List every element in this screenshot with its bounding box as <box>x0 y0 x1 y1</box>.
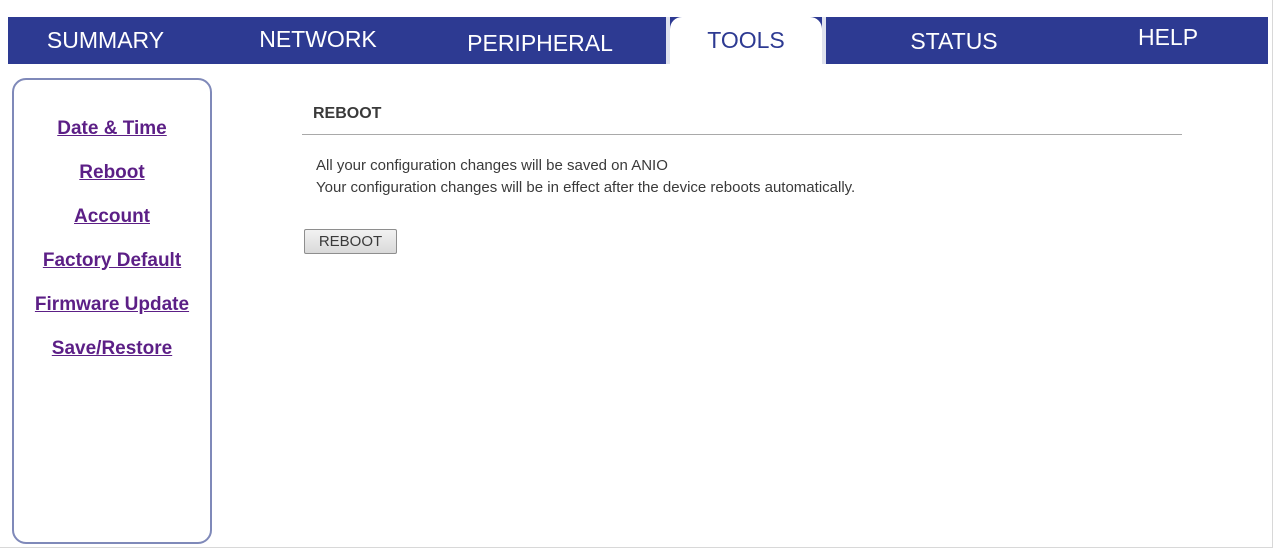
tab-peripheral[interactable]: PERIPHERAL <box>440 20 640 67</box>
sidebar-item-account[interactable]: Account <box>14 206 210 228</box>
sidebar-item-factory-default[interactable]: Factory Default <box>14 250 210 272</box>
sidebar-item-firmware-update[interactable]: Firmware Update <box>14 294 210 316</box>
sidebar-item-reboot[interactable]: Reboot <box>14 162 210 184</box>
tab-summary[interactable]: SUMMARY <box>8 17 203 64</box>
sidebar: Date & Time Reboot Account Factory Defau… <box>12 78 212 544</box>
sidebar-item-date-time[interactable]: Date & Time <box>14 118 210 140</box>
info-message-line-1: All your configuration changes will be s… <box>316 157 668 174</box>
info-message-line-2: Your configuration changes will be in ef… <box>316 179 856 196</box>
top-navigation: SUMMARY NETWORK PERIPHERAL TOOLS STATUS … <box>8 17 1268 64</box>
title-divider <box>302 134 1182 135</box>
reboot-button[interactable]: REBOOT <box>304 229 397 254</box>
tab-help[interactable]: HELP <box>1068 14 1268 61</box>
page-title: REBOOT <box>313 105 382 122</box>
sidebar-item-save-restore[interactable]: Save/Restore <box>14 338 210 360</box>
tab-network[interactable]: NETWORK <box>218 16 418 63</box>
tab-status[interactable]: STATUS <box>854 18 1054 65</box>
tab-tools[interactable]: TOOLS <box>666 17 826 64</box>
